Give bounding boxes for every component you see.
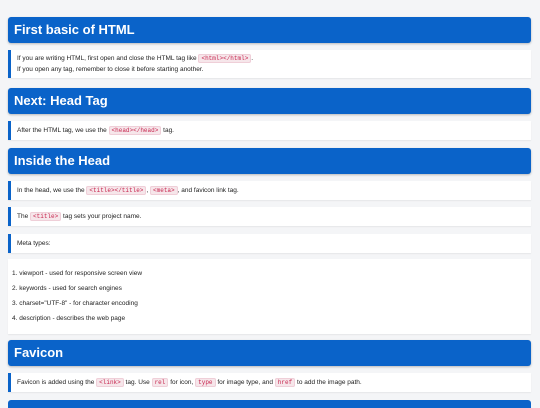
meta-types-list: 1. viewport - used for responsive screen…	[8, 259, 531, 334]
code-link: <link>	[96, 378, 124, 387]
section-heading-first-basic: First basic of HTML	[8, 17, 531, 43]
list-item: 1. viewport - used for responsive screen…	[12, 270, 143, 277]
code-href: href	[274, 378, 296, 387]
section-heading-text: Favicon	[14, 345, 64, 360]
code-title-short: <title>	[30, 212, 62, 221]
code-type: type	[195, 378, 216, 387]
list-item: 4. description - describes the web page	[12, 315, 126, 322]
section-heading-inside-head: Inside the Head	[8, 148, 531, 174]
code-rel: rel	[151, 378, 169, 387]
section-heading-text: First basic of HTML	[14, 22, 135, 37]
section-heading-favicon: Favicon	[8, 340, 531, 366]
list-item: 2. keywords - used for search engines	[12, 285, 122, 292]
list-item: 3. charset="UTF-8" - for character encod…	[12, 300, 138, 307]
note-line: If you are writing HTML, first open and …	[17, 54, 254, 63]
code-head: <head></head>	[108, 126, 162, 135]
code-meta: <meta>	[150, 186, 178, 195]
note-html-tag: If you are writing HTML, first open and …	[8, 50, 531, 78]
code-title: <title></title>	[86, 186, 147, 195]
note-title-tag: The <title> tag sets your project name.	[8, 207, 531, 226]
section-heading-text: Inside the Head	[14, 153, 111, 168]
section-heading-head-tag: Next: Head Tag	[8, 88, 531, 114]
note-head-contents: In the head, we use the <title></title>,…	[8, 181, 531, 200]
note-favicon: Favicon is added using the <link> tag. U…	[8, 373, 531, 392]
note-meta-types: Meta types:	[8, 234, 531, 253]
next-section-heading-edge	[8, 400, 531, 408]
note-line: If you open any tag, remember to close i…	[17, 66, 204, 73]
note-head-tag: After the HTML tag, we use the <head></h…	[8, 121, 531, 140]
section-heading-text: Next: Head Tag	[14, 93, 108, 108]
code-html: <html></html>	[198, 54, 252, 63]
